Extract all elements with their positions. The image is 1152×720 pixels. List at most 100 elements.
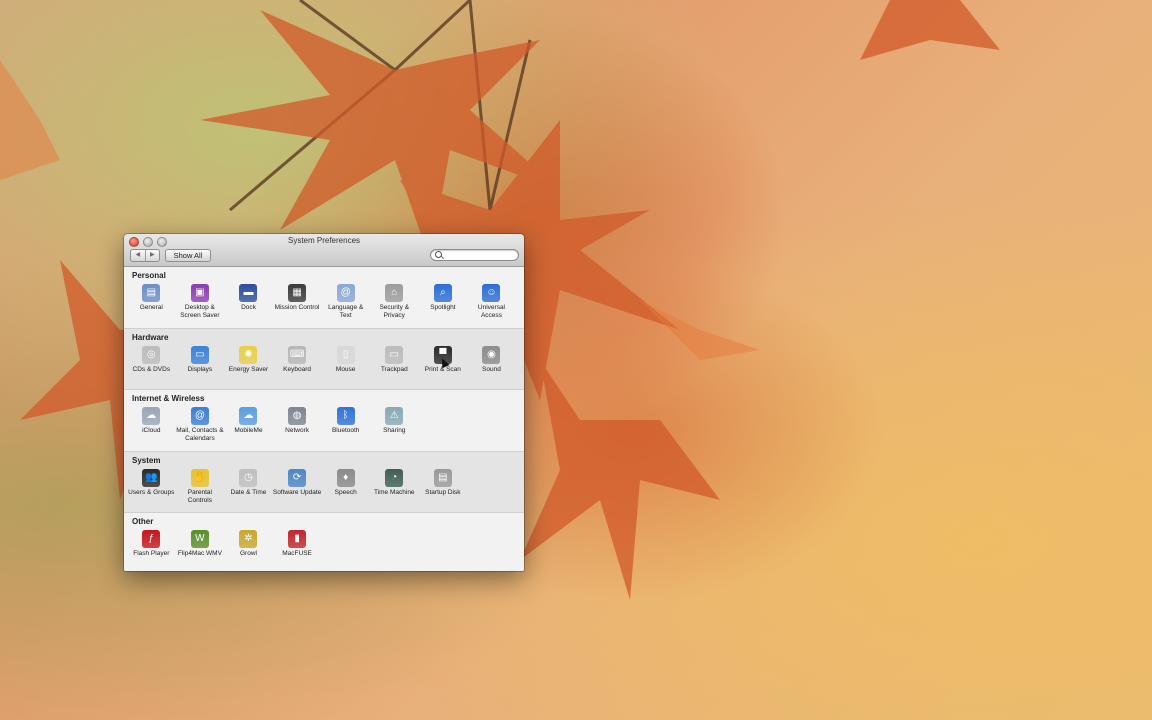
pref-pane-speech[interactable]: ♦ Speech	[321, 468, 370, 505]
pref-pane-flash-player[interactable]: ƒ Flash Player	[127, 530, 176, 558]
flash-player-icon: ƒ	[142, 530, 161, 548]
search-icon	[435, 251, 442, 258]
pref-pane-label: Startup Disk	[425, 488, 461, 496]
pref-pane-language-text[interactable]: @ Language & Text	[321, 284, 370, 320]
pref-pane-sound[interactable]: ◉ Sound	[467, 345, 516, 374]
pref-pane-label: Mission Control	[274, 304, 320, 311]
system-preferences-window: System Preferences ◀ ▶ Show All Personal…	[124, 234, 524, 571]
section-other: Other ƒ Flash Player W Flip4Mac WMV ✲ Growl ▮ Ma…	[124, 513, 524, 571]
pref-pane-parental-controls[interactable]: ✋ Parental Controls	[176, 468, 225, 505]
pref-pane-flip4mac-wmv[interactable]: W Flip4Mac WMV	[176, 530, 225, 558]
pref-pane-energy-saver[interactable]: ✺ Energy Saver	[224, 345, 273, 374]
section-items: 👥 Users & Groups ✋ Parental Controls ◷ Date &…	[127, 468, 468, 505]
displays-icon: ▭	[190, 345, 209, 364]
section-personal: Personal ▤ General ▣ Desktop & Screen Saver ▬…	[124, 267, 524, 329]
search-input[interactable]	[444, 250, 514, 260]
pref-pane-software-update[interactable]: ⟳ Software Update	[272, 468, 322, 505]
section-label: Internet & Wireless	[132, 394, 205, 403]
pref-pane-label: Parental Controls	[187, 488, 212, 504]
pref-pane-mouse[interactable]: ▯ Mouse	[321, 345, 370, 374]
pref-pane-universal-access[interactable]: ☺ Universal Access	[467, 284, 516, 320]
trackpad-icon: ▭	[385, 345, 404, 364]
pref-pane-label: Sharing	[383, 427, 406, 434]
software-update-icon: ⟳	[288, 468, 307, 487]
pref-pane-label: Trackpad	[380, 365, 408, 373]
pref-pane-mobileme[interactable]: ☁ MobileMe	[224, 407, 273, 443]
pref-pane-bluetooth[interactable]: ᛒ Bluetooth	[321, 407, 370, 443]
network-icon: ◍	[288, 407, 307, 425]
pref-pane-trackpad[interactable]: ▭ Trackpad	[370, 345, 419, 374]
mobileme-icon: ☁	[239, 407, 258, 425]
forward-button[interactable]: ▶	[144, 250, 160, 261]
pref-pane-label: Spotlight	[430, 304, 456, 311]
pref-pane-label: Time Machine	[373, 488, 415, 496]
pref-pane-date-time[interactable]: ◷ Date & Time	[224, 468, 273, 505]
mouse-icon: ▯	[336, 345, 355, 364]
desktop-screensaver-icon: ▣	[190, 284, 209, 302]
pref-pane-label: Users & Groups	[128, 488, 175, 496]
search-field[interactable]	[430, 249, 519, 261]
pref-pane-time-machine[interactable]: ◔ Time Machine	[370, 468, 419, 505]
pref-pane-security-privacy[interactable]: ⌂ Security & Privacy	[370, 284, 419, 320]
language-text-icon: @	[336, 284, 355, 302]
energy-saver-icon: ✺	[239, 345, 258, 364]
security-privacy-icon: ⌂	[385, 284, 404, 302]
speech-icon: ♦	[336, 468, 355, 487]
pref-pane-label: Software Update	[272, 488, 322, 496]
pref-pane-label: Desktop & Screen Saver	[180, 304, 220, 319]
pref-pane-label: Displays	[187, 365, 213, 373]
pref-pane-label: Network	[285, 427, 309, 434]
pref-pane-label: Speech	[334, 488, 357, 496]
general-icon: ▤	[142, 284, 161, 302]
pref-pane-label: Language & Text	[328, 304, 364, 319]
pref-pane-sharing[interactable]: ⚠ Sharing	[370, 407, 419, 443]
section-items: ◎ CDs & DVDs ▭ Displays ✺ Energy Saver ⌨ Keyboa…	[127, 345, 516, 374]
pref-pane-macfuse[interactable]: ▮ MacFUSE	[273, 530, 322, 558]
pref-pane-cds-dvds[interactable]: ◎ CDs & DVDs	[127, 345, 176, 374]
pref-pane-label: Dock	[241, 304, 256, 311]
startup-disk-icon: ▤	[433, 468, 452, 487]
section-items: ▤ General ▣ Desktop & Screen Saver ▬ Dock ▦ Mis…	[127, 284, 516, 320]
pref-pane-dock[interactable]: ▬ Dock	[224, 284, 273, 320]
pref-pane-users-groups[interactable]: 👥 Users & Groups	[127, 468, 176, 505]
pref-pane-desktop-screensaver[interactable]: ▣ Desktop & Screen Saver	[176, 284, 225, 320]
section-label: System	[132, 455, 161, 465]
pref-pane-icloud[interactable]: ☁ iCloud	[127, 407, 176, 443]
pref-pane-label: MobileMe	[234, 427, 263, 434]
show-all-button[interactable]: Show All	[165, 249, 211, 262]
pref-pane-network[interactable]: ◍ Network	[273, 407, 322, 443]
pref-pane-startup-disk[interactable]: ▤ Startup Disk	[419, 468, 468, 505]
users-groups-icon: 👥	[142, 468, 161, 487]
pref-pane-label: Mail, Contacts & Calendars	[176, 427, 224, 442]
preference-sections: Personal ▤ General ▣ Desktop & Screen Saver ▬…	[124, 267, 524, 571]
pref-pane-spotlight[interactable]: ⌕ Spotlight	[419, 284, 468, 320]
pref-pane-general[interactable]: ▤ General	[127, 284, 176, 320]
pref-pane-label: CDs & DVDs	[132, 365, 171, 373]
time-machine-icon: ◔	[385, 468, 404, 487]
pref-pane-mail-contacts-calendars[interactable]: @ Mail, Contacts & Calendars	[176, 407, 225, 443]
pref-pane-label: Universal Access	[477, 304, 505, 319]
pref-pane-mission-control[interactable]: ▦ Mission Control	[273, 284, 322, 320]
pref-pane-label: Growl	[239, 550, 257, 557]
pref-pane-keyboard[interactable]: ⌨ Keyboard	[273, 345, 322, 374]
cds-dvds-icon: ◎	[142, 345, 161, 364]
mission-control-icon: ▦	[288, 284, 307, 302]
window-title: System Preferences	[287, 236, 361, 245]
sharing-icon: ⚠	[385, 407, 404, 425]
universal-access-icon: ☺	[482, 284, 501, 302]
pref-pane-label: iCloud	[142, 427, 161, 434]
pref-pane-label: Flip4Mac WMV	[177, 550, 222, 557]
dock-icon: ▬	[239, 284, 258, 302]
pref-pane-label: Bluetooth	[331, 427, 360, 434]
window-titlebar: System Preferences ◀ ▶ Show All	[124, 234, 524, 267]
section-label: Hardware	[132, 332, 169, 342]
section-hardware: Hardware ◎ CDs & DVDs ▭ Displays ✺ Energy Save…	[124, 328, 524, 390]
pref-pane-growl[interactable]: ✲ Growl	[224, 530, 273, 558]
pref-pane-label: Sound	[482, 365, 501, 373]
pref-pane-label: Security & Privacy	[379, 304, 410, 319]
parental-controls-icon: ✋	[190, 468, 209, 487]
pref-pane-displays[interactable]: ▭ Displays	[176, 345, 225, 374]
section-system: System 👥 Users & Groups ✋ Parental Controls ◷…	[124, 451, 524, 513]
back-button[interactable]: ◀	[131, 250, 145, 261]
spotlight-icon: ⌕	[433, 284, 452, 302]
